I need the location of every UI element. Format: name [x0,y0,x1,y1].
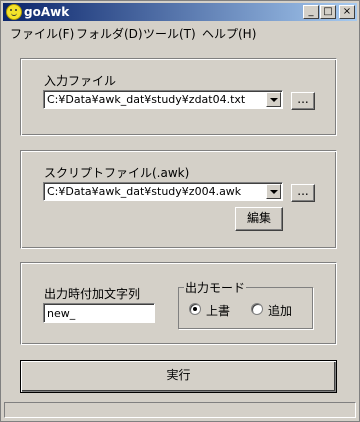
output-suffix-input[interactable] [43,303,155,323]
output-options-group: 出力時付加文字列 出力モード 上書 追加 [20,262,337,345]
minimize-icon: _ [308,6,314,17]
input-file-label: 入力ファイル [44,74,117,88]
output-mode-group: 出力モード 上書 追加 [178,279,313,329]
run-button[interactable]: 実行 [20,360,337,393]
minimize-button[interactable]: _ [303,5,319,19]
script-file-group: スクリプトファイル(.awk) C:¥Data¥awk_dat¥study¥z0… [20,150,337,249]
radio-selected-icon [193,307,197,311]
output-mode-label: 出力モード [184,279,247,296]
menu-file[interactable]: ファイル(F) [10,25,74,42]
window-title: goAwk [24,5,70,19]
input-file-browse-button[interactable]: ... [291,92,315,110]
output-suffix-label: 出力時付加文字列 [44,287,141,301]
menu-tools[interactable]: ツール(T) [143,25,196,42]
script-file-dropdown-button[interactable] [266,184,281,199]
title-bar: goAwk _ □ × [3,3,357,21]
input-file-dropdown-button[interactable] [266,92,281,107]
maximize-button[interactable]: □ [320,5,336,19]
mode-overwrite-radio[interactable] [189,303,201,315]
script-file-value: C:¥Data¥awk_dat¥study¥z004.awk [47,185,242,198]
input-file-combo[interactable]: C:¥Data¥awk_dat¥study¥zdat04.txt [43,90,283,109]
menu-bar: ファイル(F) フォルダ(D) ツール(T) ヘルプ(H) [3,22,357,42]
close-icon: × [342,6,352,17]
chevron-down-icon [270,190,278,194]
mode-overwrite-label[interactable]: 上書 [206,302,230,319]
script-file-browse-button[interactable]: ... [291,184,315,202]
script-file-label: スクリプトファイル(.awk) [44,166,190,180]
edit-button[interactable]: 編集 [235,207,283,231]
menu-folder[interactable]: フォルダ(D) [76,25,143,42]
input-file-value: C:¥Data¥awk_dat¥study¥zdat04.txt [47,93,246,106]
main-window: goAwk _ □ × ファイル(F) フォルダ(D) ツール(T) ヘルプ(H… [0,0,360,422]
input-file-group: 入力ファイル C:¥Data¥awk_dat¥study¥zdat04.txt … [20,58,337,136]
smiley-app-icon [6,4,22,20]
mode-append-radio[interactable] [251,303,263,315]
close-button[interactable]: × [339,5,355,19]
status-bar [4,402,356,418]
script-file-combo[interactable]: C:¥Data¥awk_dat¥study¥z004.awk [43,182,283,201]
chevron-down-icon [270,98,278,102]
maximize-icon: □ [323,6,333,17]
mode-append-label[interactable]: 追加 [268,302,292,319]
menu-help[interactable]: ヘルプ(H) [202,25,256,42]
